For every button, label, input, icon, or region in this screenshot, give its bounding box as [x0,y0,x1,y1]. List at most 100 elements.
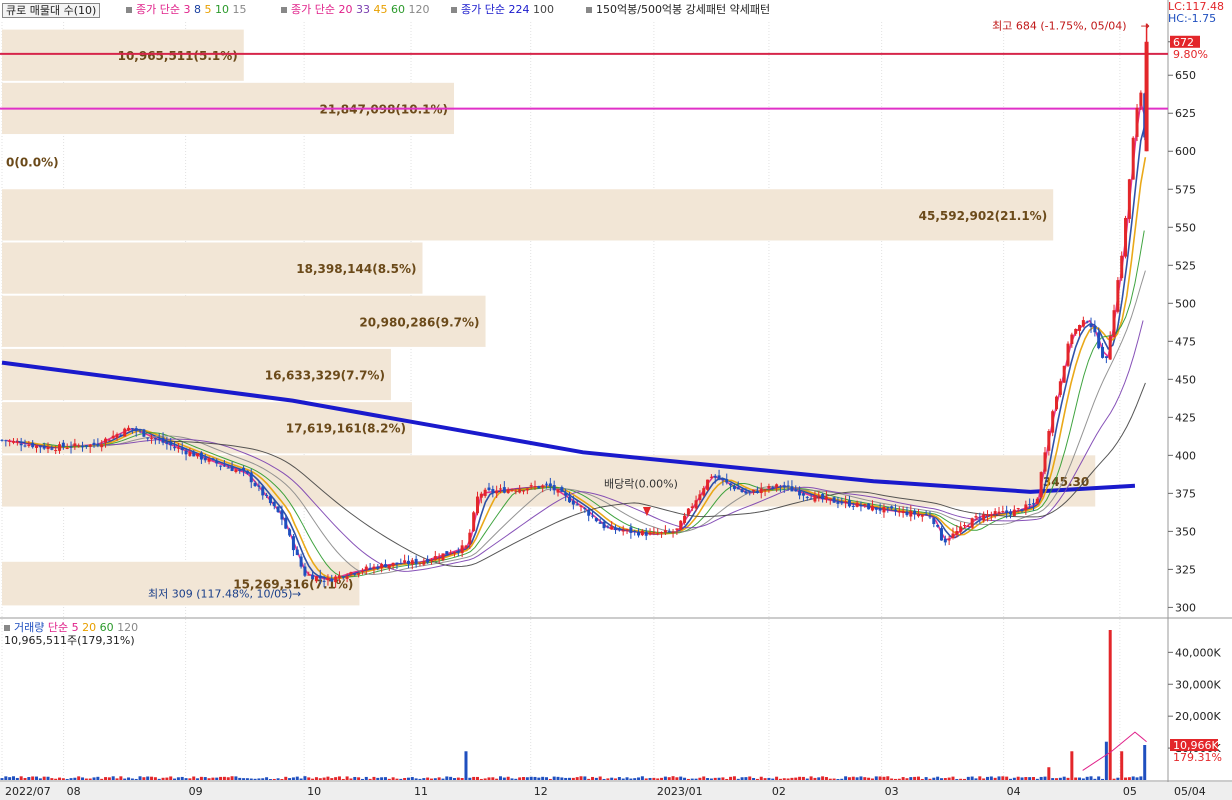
x-tick-label: 04 [1007,785,1021,798]
candle-body [452,552,456,554]
volume-bar [993,777,997,780]
volume-bar [203,777,207,780]
x-tick-label: 12 [534,785,548,798]
candle-body [169,441,173,446]
candle-body [230,466,234,471]
candle-body [1058,381,1062,395]
price-change: 9.80% [1173,48,1208,61]
volume-bar [1116,777,1120,780]
candle-body [268,495,272,504]
volume-bar [111,776,115,780]
volume-bar [414,778,418,780]
volume-bar [805,778,809,780]
volume-bar [920,778,924,780]
time-axis-band [0,782,1232,800]
volume-bar [38,778,42,780]
candle-body [238,469,242,471]
volume-bar [307,777,311,780]
volume-bar [153,777,157,780]
candle-body [403,560,407,563]
volume-bar [706,778,710,780]
candle-body [226,467,230,469]
volume-bar [836,779,840,780]
volume-bar [529,776,533,780]
volume-bar [376,777,380,780]
volume-bar [809,776,813,780]
volume-bar [1112,778,1116,780]
volume-bar [610,777,614,780]
volume-bar [429,778,433,780]
candle-body [127,427,131,431]
volume-bar [832,778,836,780]
x-tick-label: 05 [1123,785,1137,798]
volume-bar [107,777,111,780]
volume-bar [222,776,226,780]
volume-bar [130,778,134,780]
candle-body [763,489,767,491]
volume-bar [134,778,138,780]
volume-bar [257,778,261,780]
candle-body [387,565,391,569]
candle-body [1081,320,1085,327]
volume-bar [142,777,146,780]
y-tick-label: 400 [1175,449,1196,462]
volume-bar [1097,776,1101,780]
volume-bar [81,777,85,780]
candle-body [161,437,165,443]
volume-bar [939,778,943,780]
candle-body [1047,430,1051,451]
volume-profile-indicator-label[interactable]: 큐로 매물대 수(10) [2,3,101,18]
volume-bar [349,778,353,780]
candle-body [1032,503,1036,505]
volume-bar [280,779,284,780]
candle-body [196,453,200,457]
ma-prefix-3: 종가 단순 [461,3,505,16]
volume-bar [962,778,966,780]
candle-body [1089,323,1093,328]
volume-bar [1139,776,1143,780]
candle-body [123,428,127,437]
volume-bar [1032,777,1036,780]
candle-body [1139,92,1143,106]
volume-bar [514,778,518,780]
candle-body [23,445,27,447]
volume-bar [959,778,963,780]
candle-body [587,509,591,516]
candle-body [1051,411,1055,433]
volume-bar [951,776,955,780]
candle-body [1066,343,1070,366]
candle-body [15,441,19,443]
volume-profile-bar [2,189,1054,241]
volume-bar [598,776,602,780]
candle-body [617,528,621,531]
volume-bar [537,777,541,780]
volume-bar [671,776,675,780]
candle-body [771,487,775,489]
volume-bar [487,777,491,780]
candle-body [487,487,491,490]
volume-bar [1024,777,1028,780]
volume-bar [161,777,165,780]
stock-chart[interactable]: 2022/07 08 09 10 11 12 2023/01 02 03 04 05 05/04 10,… [0,0,1232,800]
candle-body [35,445,39,448]
candle-body [199,452,203,460]
candle-body [180,447,184,451]
volume-bar [518,777,522,780]
candle-body [706,479,710,490]
volume-bar [978,776,982,780]
volume-bar [242,778,246,780]
volume-bar [318,778,322,780]
candle-body [353,573,357,575]
vol-ma-period-60: 60 [96,621,114,634]
volume-bar [970,776,974,780]
candle-body [73,443,77,447]
volume-bar [740,777,744,780]
candle-body [709,476,713,478]
candle-body [0,439,4,441]
volume-bar [633,778,637,780]
volume-bar [272,778,276,780]
volume-bar [506,776,510,780]
candle-body [794,489,798,492]
candle-body [767,486,771,489]
candle-body [433,556,437,561]
